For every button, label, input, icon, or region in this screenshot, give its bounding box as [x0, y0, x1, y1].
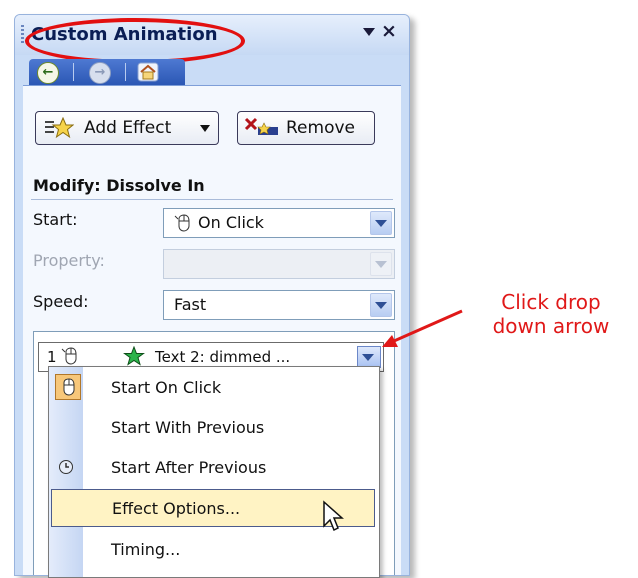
annotation-line-2: down arrow — [492, 314, 610, 338]
annotation-arrow — [382, 309, 463, 347]
annotation-line-1: Click drop — [501, 290, 601, 314]
annotation-callout: Click drop down arrow — [476, 290, 626, 338]
